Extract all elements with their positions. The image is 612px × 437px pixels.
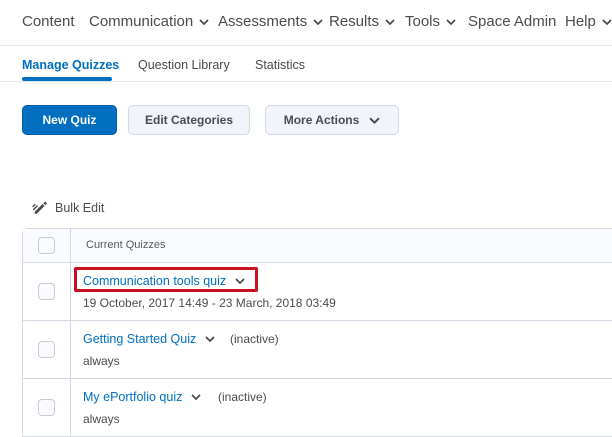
table-row: My ePortfolio quiz (inactive) always [23,379,612,437]
column-header-current-quizzes: Current Quizzes [86,239,166,251]
quiz-status: (inactive) [218,390,267,404]
row-checkbox[interactable] [38,283,55,300]
select-cell [23,229,71,262]
select-cell [23,263,71,320]
quiz-name: Getting Started Quiz [83,332,197,346]
table-row: Getting Started Quiz (inactive) always [23,321,612,379]
chevron-down-icon [385,19,395,25]
top-navigation: Content Communication Assessments Result… [0,0,612,46]
tab-statistics[interactable]: Statistics [255,58,305,72]
chevron-down-icon [602,19,612,25]
nav-item-tools[interactable]: Tools [405,13,456,30]
select-cell [23,379,71,436]
quiz-availability-dates: 19 October, 2017 14:49 - 23 March, 2018 … [83,296,336,310]
tab-manage-quizzes[interactable]: Manage Quizzes [22,58,119,72]
nav-item-content[interactable]: Content [22,13,75,30]
more-actions-button[interactable]: More Actions [265,105,399,135]
chevron-down-icon [199,19,209,25]
quiz-subtabs: Manage Quizzes Question Library Statisti… [0,46,612,82]
chevron-down-icon[interactable] [205,334,215,344]
row-checkbox[interactable] [38,399,55,416]
table-header-row: Current Quizzes [23,229,612,263]
bulk-edit-button[interactable]: Bulk Edit [32,200,104,216]
quiz-link[interactable]: Getting Started Quiz [83,332,215,346]
new-quiz-button-label: New Quiz [42,113,97,127]
nav-item-assessments[interactable]: Assessments [218,13,323,30]
new-quiz-button[interactable]: New Quiz [22,105,117,135]
edit-categories-button-label: Edit Categories [144,113,234,127]
row-checkbox[interactable] [38,341,55,358]
nav-item-space-admin[interactable]: Space Admin [468,13,556,30]
nav-item-label: Results [329,13,380,30]
select-all-checkbox[interactable] [38,237,55,254]
nav-item-communication[interactable]: Communication [89,13,209,30]
tab-question-library[interactable]: Question Library [138,58,230,72]
nav-item-help[interactable]: Help [565,13,612,30]
pencil-icon [32,201,47,214]
nav-item-results[interactable]: Results [329,13,395,30]
chevron-down-icon[interactable] [191,392,201,402]
quiz-availability-dates: always [83,354,120,368]
edit-categories-button[interactable]: Edit Categories [128,105,250,135]
more-actions-button-label: More Actions [283,113,360,127]
chevron-down-icon [313,19,323,25]
quiz-availability-dates: always [83,412,120,426]
bulk-edit-label: Bulk Edit [55,201,105,215]
quiz-link[interactable]: My ePortfolio quiz [83,390,201,404]
chevron-down-icon [369,117,380,124]
nav-item-label: Help [565,13,596,30]
nav-item-label: Space Admin [468,13,557,30]
select-cell [23,321,71,378]
quiz-status: (inactive) [230,332,279,346]
nav-item-label: Content [22,13,75,30]
quiz-name: My ePortfolio quiz [83,390,183,404]
quizzes-table: Current Quizzes Communication tools quiz… [22,228,612,437]
chevron-down-icon [446,19,456,25]
active-tab-indicator [22,77,112,81]
nav-item-label: Assessments [218,13,308,30]
nav-item-label: Communication [89,13,194,30]
highlight-annotation-box [74,267,258,292]
nav-item-label: Tools [405,13,441,30]
